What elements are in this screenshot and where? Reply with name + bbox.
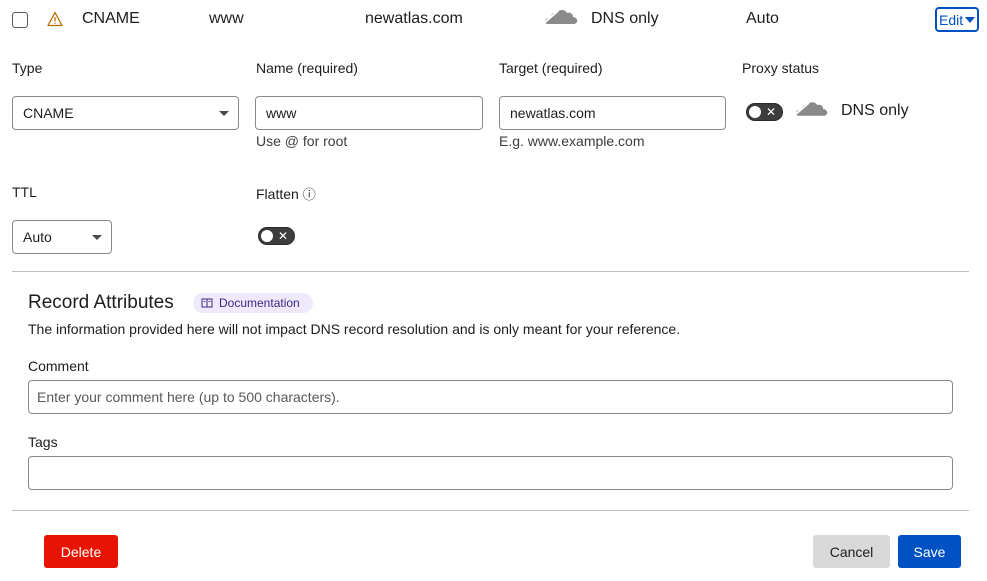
book-icon: [201, 298, 213, 308]
toggle-knob: [749, 106, 761, 118]
target-label: Target (required): [499, 60, 603, 76]
type-select-value: CNAME: [23, 105, 74, 121]
edit-button-label: Edit: [939, 11, 964, 28]
target-hint: E.g. www.example.com: [499, 133, 645, 149]
comment-label: Comment: [28, 358, 89, 374]
flatten-label-text: Flatten: [256, 186, 299, 202]
section-divider: [12, 271, 969, 272]
delete-button[interactable]: Delete: [44, 535, 118, 568]
name-input[interactable]: www: [255, 96, 483, 130]
caret-down-icon: [92, 235, 102, 240]
tags-input[interactable]: [28, 456, 953, 490]
warning-icon: [47, 11, 63, 27]
proxy-toggle[interactable]: ✕: [746, 103, 783, 121]
row-type: CNAME: [82, 10, 140, 27]
cancel-button[interactable]: Cancel: [813, 535, 890, 568]
toggle-knob: [261, 230, 273, 242]
name-input-value: www: [266, 105, 297, 121]
caret-down-icon: [219, 111, 229, 116]
documentation-label: Documentation: [219, 296, 300, 310]
tags-label: Tags: [28, 434, 58, 450]
ttl-select-value: Auto: [23, 229, 52, 245]
flatten-label: Flatten ⓘ: [256, 184, 316, 203]
row-proxy-status: DNS only: [591, 10, 659, 27]
close-icon: ✕: [277, 229, 288, 243]
target-input[interactable]: newatlas.com: [499, 96, 726, 130]
comment-placeholder: Enter your comment here (up to 500 chara…: [37, 389, 340, 405]
record-row: CNAME www newatlas.com DNS only Auto Edi…: [0, 0, 987, 40]
row-content: newatlas.com: [365, 10, 463, 27]
proxy-status-label: Proxy status: [742, 60, 820, 76]
attributes-description: The information provided here will not i…: [28, 321, 681, 337]
name-label: Name (required): [256, 60, 358, 76]
ttl-label: TTL: [12, 184, 37, 200]
flatten-toggle[interactable]: ✕: [258, 227, 295, 245]
row-select-checkbox[interactable]: [12, 12, 28, 28]
target-input-value: newatlas.com: [510, 105, 596, 121]
dns-record-edit-panel: CNAME www newatlas.com DNS only Auto Edi…: [0, 0, 987, 581]
edit-toggle-button[interactable]: Edit: [935, 7, 979, 32]
info-icon[interactable]: ⓘ: [303, 187, 316, 202]
save-button[interactable]: Save: [898, 535, 961, 568]
cloud-icon: [795, 102, 828, 116]
row-ttl: Auto: [746, 10, 779, 27]
close-icon: ✕: [765, 105, 776, 119]
documentation-link[interactable]: Documentation: [193, 293, 313, 313]
row-name: www: [209, 10, 244, 27]
record-attributes-title: Record Attributes: [28, 292, 174, 313]
type-label: Type: [12, 60, 43, 76]
type-select[interactable]: CNAME: [12, 96, 239, 130]
ttl-select[interactable]: Auto: [12, 220, 112, 254]
cloud-icon: [544, 10, 578, 24]
comment-input[interactable]: Enter your comment here (up to 500 chara…: [28, 380, 953, 414]
name-hint: Use @ for root: [256, 133, 348, 149]
actions-divider: [12, 510, 969, 511]
proxy-status-value: DNS only: [841, 102, 909, 119]
caret-down-icon: [965, 16, 976, 23]
